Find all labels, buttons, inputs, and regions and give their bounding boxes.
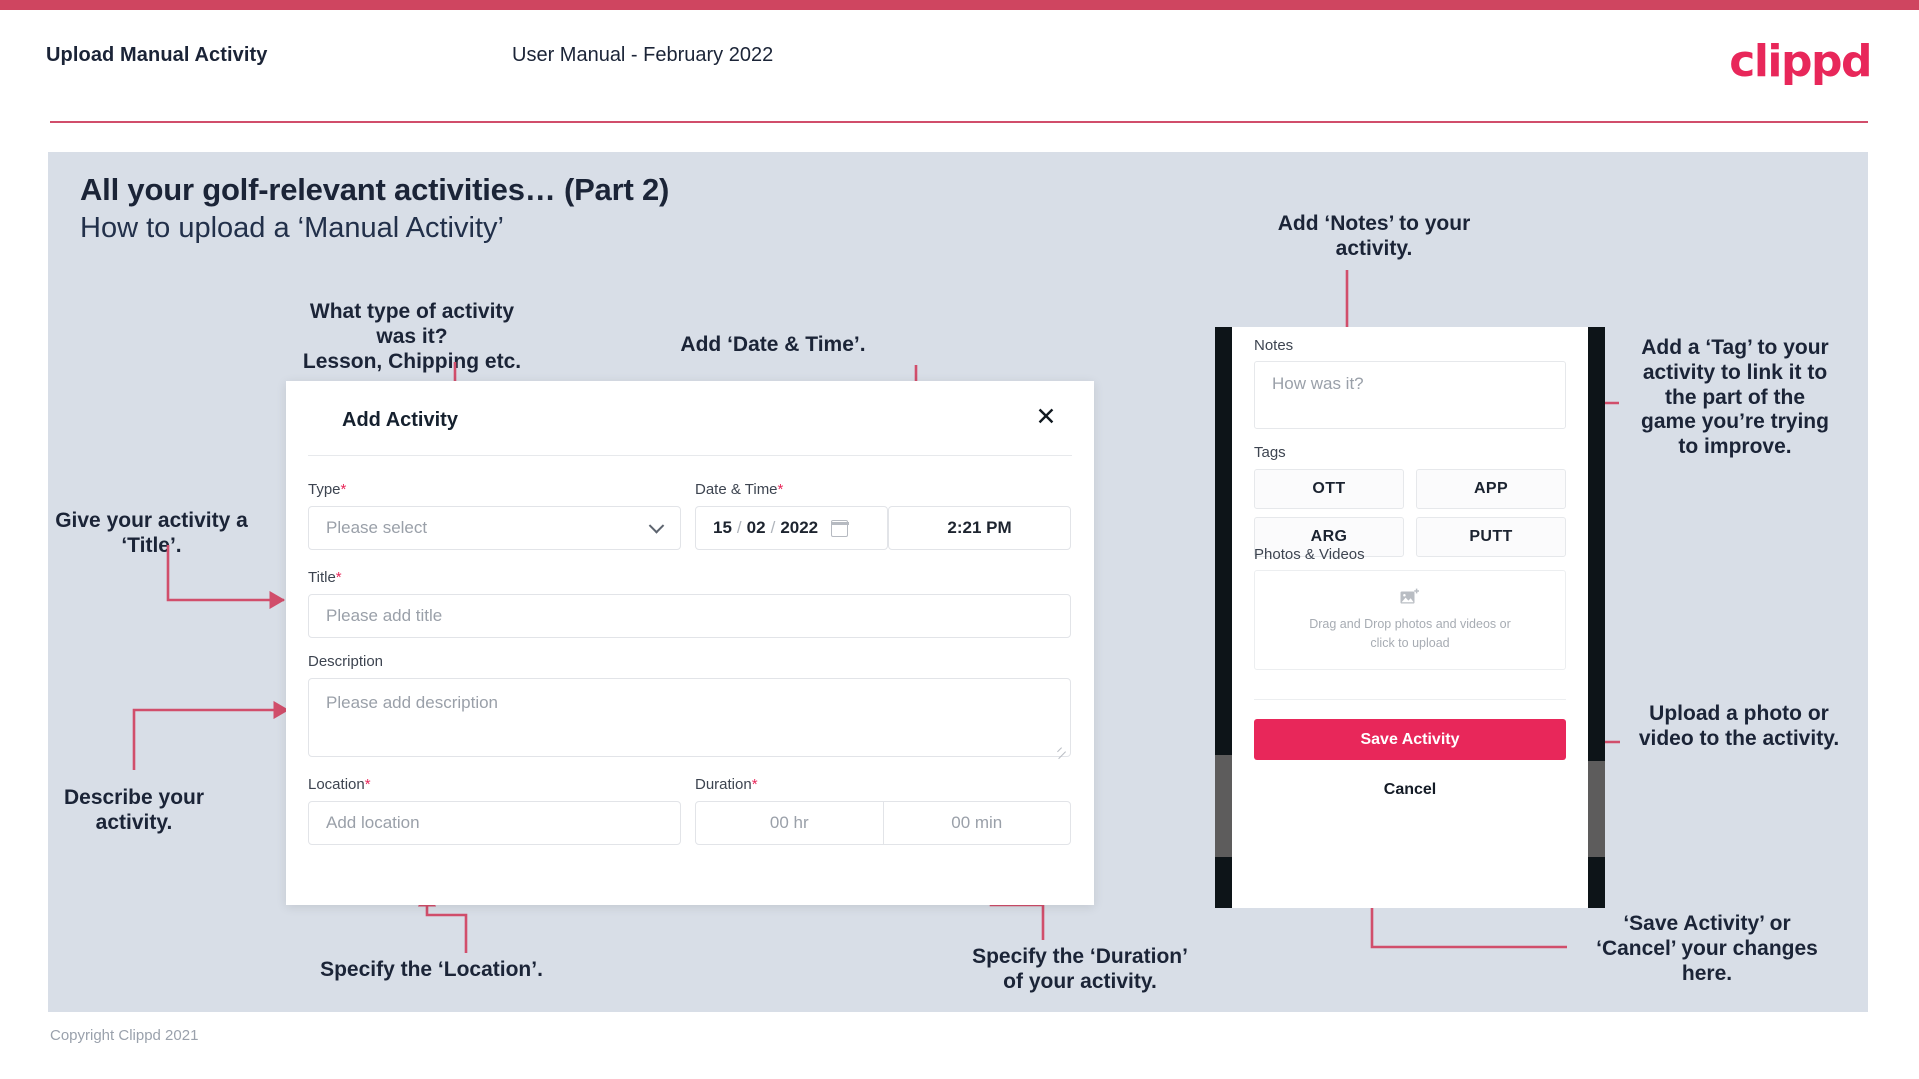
annotation-type: What type of activity was it? Lesson, Chi… xyxy=(302,300,522,373)
add-image-icon xyxy=(1400,588,1419,604)
annotation-notes: Add ‘Notes’ to your activity. xyxy=(1277,212,1471,260)
slide-heading: All your golf-relevant activities… (Part… xyxy=(80,172,670,207)
phone-power-button xyxy=(1588,761,1605,857)
annotation-title: Give your activity a ‘Title’. xyxy=(55,509,248,557)
datetime-label-text: Date & Time xyxy=(695,481,778,498)
notes-textarea[interactable]: How was it? xyxy=(1254,361,1566,429)
clippd-logo: clippd xyxy=(1729,36,1872,87)
tag-button-putt[interactable]: PUTT xyxy=(1416,517,1566,557)
slide-subheading: How to upload a ‘Manual Activity’ xyxy=(80,212,504,244)
title-placeholder: Please add title xyxy=(326,606,443,625)
description-textarea[interactable]: Please add description xyxy=(308,678,1071,757)
resize-grip-icon[interactable] xyxy=(1056,743,1066,753)
page-title: Upload Manual Activity xyxy=(46,44,268,66)
notes-placeholder: How was it? xyxy=(1272,374,1364,393)
annotation-save: ‘Save Activity’ or ‘Cancel’ your changes h… xyxy=(1596,912,1818,985)
dropzone-line-1: Drag and Drop photos and videos or xyxy=(1309,617,1511,632)
location-label: Location* xyxy=(308,776,371,793)
notes-label: Notes xyxy=(1254,337,1294,354)
type-select[interactable]: Please select xyxy=(308,506,681,550)
save-activity-button[interactable]: Save Activity xyxy=(1254,719,1566,760)
location-input[interactable]: Add location xyxy=(308,801,681,845)
tags-label: Tags xyxy=(1254,444,1286,461)
chevron-down-icon xyxy=(648,518,665,534)
date-year: 2022 xyxy=(780,518,819,537)
location-label-text: Location xyxy=(308,776,365,793)
photo-dropzone[interactable]: Drag and Drop photos and videos or click… xyxy=(1254,570,1566,670)
dialog-divider xyxy=(308,455,1072,456)
date-day: 15 xyxy=(713,518,732,537)
page-subtitle: User Manual - February 2022 xyxy=(512,44,774,66)
annotation-location: Specify the ‘Location’. xyxy=(320,958,543,981)
type-label: Type* xyxy=(308,481,346,498)
phone-screen: Notes How was it? Tags OTT APP ARG PUTT … xyxy=(1232,327,1588,908)
type-placeholder: Please select xyxy=(326,518,428,537)
header-divider xyxy=(50,121,1868,123)
add-activity-dialog: Add Activity ✕ Type* Please select Date … xyxy=(286,381,1094,905)
duration-hours[interactable]: 00 hr xyxy=(696,802,883,844)
phone-volume-button xyxy=(1215,755,1232,857)
close-icon[interactable]: ✕ xyxy=(1030,401,1062,433)
date-sep-1: / xyxy=(736,518,742,537)
cancel-button[interactable]: Cancel xyxy=(1254,772,1566,808)
duration-label: Duration* xyxy=(695,776,758,793)
duration-label-text: Duration xyxy=(695,776,752,793)
description-placeholder: Please add description xyxy=(326,693,499,712)
date-sep-2: / xyxy=(770,518,776,537)
location-placeholder: Add location xyxy=(326,813,420,832)
annotation-description: Describe your activity. xyxy=(63,786,205,834)
type-label-text: Type xyxy=(308,481,341,498)
datetime-label: Date & Time* xyxy=(695,481,783,498)
description-label: Description xyxy=(308,653,384,670)
photos-videos-label: Photos & Videos xyxy=(1254,546,1365,563)
time-input[interactable]: 2:21 PM xyxy=(888,506,1071,550)
slide-root: Upload Manual Activity User Manual - Feb… xyxy=(0,0,1919,1079)
duration-input: 00 hr 00 min xyxy=(695,801,1071,845)
title-input[interactable]: Please add title xyxy=(308,594,1071,638)
title-label-text: Title xyxy=(308,569,336,586)
annotation-tags: Add a ‘Tag’ to your activity to link it t… xyxy=(1641,336,1829,459)
time-value: 2:21 PM xyxy=(947,518,1012,537)
calendar-icon[interactable] xyxy=(830,519,849,537)
type-required-mark: * xyxy=(340,481,347,498)
datetime-required-mark: * xyxy=(777,481,784,498)
top-accent-stripe xyxy=(0,0,1919,10)
location-required-mark: * xyxy=(364,776,371,793)
duration-required-mark: * xyxy=(751,776,758,793)
phone-mockup: Notes How was it? Tags OTT APP ARG PUTT … xyxy=(1215,327,1605,908)
annotation-duration: Specify the ‘Duration’ of your activity. xyxy=(972,945,1188,993)
title-required-mark: * xyxy=(335,569,342,586)
phone-footer-divider xyxy=(1254,699,1566,700)
dialog-title: Add Activity xyxy=(342,409,458,431)
dropzone-line-2: click to upload xyxy=(1370,635,1450,650)
tag-button-ott[interactable]: OTT xyxy=(1254,469,1404,509)
title-label: Title* xyxy=(308,569,342,586)
date-input[interactable]: 15 / 02 / 2022 xyxy=(695,506,888,550)
tag-button-app[interactable]: APP xyxy=(1416,469,1566,509)
copyright-text: Copyright Clippd 2021 xyxy=(50,1027,199,1044)
annotation-datetime: Add ‘Date & Time’. xyxy=(680,333,866,356)
date-month: 02 xyxy=(746,518,766,537)
duration-minutes[interactable]: 00 min xyxy=(882,802,1071,844)
annotation-upload: Upload a photo or video to the activity. xyxy=(1638,702,1840,750)
